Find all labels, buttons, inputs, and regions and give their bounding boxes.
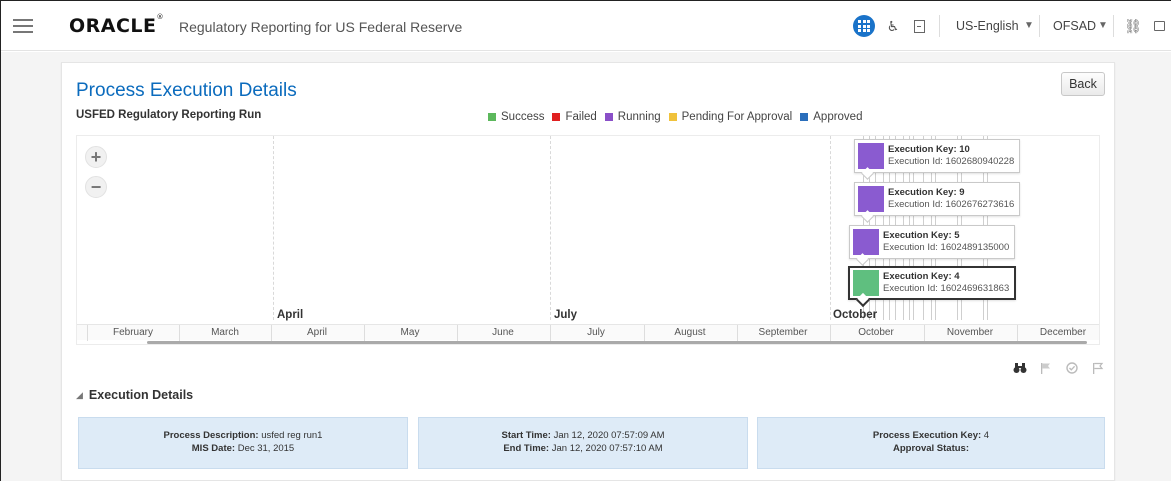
legend-label: Running	[617, 111, 661, 123]
execution-key: Execution Key: 4	[883, 271, 960, 282]
field-label: End Time:	[503, 443, 550, 454]
failed-swatch	[552, 113, 561, 121]
collapse-triangle-icon[interactable]: ◢	[76, 390, 83, 401]
flag-outline-icon[interactable]	[1088, 360, 1108, 376]
legend-label: Failed	[565, 111, 597, 123]
check-circle-icon[interactable]	[1062, 360, 1082, 376]
status-swatch	[853, 229, 879, 255]
hierarchy-icon[interactable]: ⛓	[1123, 16, 1143, 36]
page-title: Process Execution Details	[76, 80, 297, 101]
execution-id: Execution Id: 1602489135000	[883, 242, 1010, 253]
field-label: MIS Date:	[191, 443, 236, 454]
legend-item-approved: Approved	[800, 111, 862, 123]
execution-bubble[interactable]: Execution Key: 5 Execution Id: 1602489135…	[849, 225, 1016, 259]
header-divider	[1039, 15, 1040, 37]
legend-label: Approved	[813, 111, 863, 123]
monitor-icon[interactable]	[1149, 16, 1169, 36]
field-value: Jan 12, 2020 07:57:10 AM	[551, 443, 663, 454]
execution-id: Execution Id: 1602676273616	[888, 199, 1015, 210]
status-swatch	[858, 143, 884, 169]
month-label: June	[492, 327, 514, 338]
execution-id: Execution Id: 1602680940228	[888, 156, 1015, 167]
user-menu[interactable]: OFSAD	[1053, 19, 1096, 33]
month-label: May	[400, 327, 420, 338]
status-legend: Success Failed Running Pending For Appro…	[488, 111, 870, 123]
field-label: Process Execution Key:	[872, 430, 982, 441]
month-label: April	[306, 327, 327, 338]
header-divider	[1113, 15, 1114, 37]
status-swatch	[853, 270, 879, 296]
back-button[interactable]: Back	[1061, 72, 1105, 96]
zoom-in-button[interactable]: +	[85, 146, 107, 168]
binoculars-icon[interactable]	[1010, 360, 1030, 376]
month-label: October	[858, 327, 894, 338]
execution-key: Execution Key: 5	[883, 230, 960, 241]
legend-item-running: Running	[604, 111, 661, 123]
approved-swatch	[800, 113, 809, 121]
apps-grid-icon[interactable]	[853, 15, 875, 37]
app-header: ORACLE® Regulatory Reporting for US Fede…	[1, 1, 1171, 51]
major-axis-label: October	[833, 309, 878, 321]
month-label: September	[758, 327, 808, 338]
hamburger-menu-icon[interactable]	[13, 19, 33, 33]
chevron-down-icon[interactable]: ▼	[1098, 20, 1108, 31]
execution-bubble-selected[interactable]: Execution Key: 4 Execution Id: 1602469631…	[848, 266, 1017, 300]
month-label: March	[211, 327, 239, 338]
execution-timeline[interactable]: + − April July October Execution Key: 10…	[76, 135, 1100, 345]
execution-key: Execution Key: 9	[888, 187, 965, 198]
field-value: usfed reg run1	[261, 430, 323, 441]
gridline	[830, 136, 831, 320]
running-swatch	[604, 113, 613, 121]
field-label: Process Description:	[163, 430, 259, 441]
execution-bubble[interactable]: Execution Key: 9 Execution Id: 1602676273…	[854, 182, 1021, 216]
details-panel-description: Process Description: usfed reg run1 MIS …	[78, 417, 408, 469]
execution-key: Execution Key: 10	[888, 144, 970, 155]
app-title: Regulatory Reporting for US Federal Rese…	[179, 19, 463, 35]
gridline	[550, 136, 551, 320]
document-icon[interactable]	[909, 16, 929, 36]
legend-item-failed: Failed	[552, 111, 597, 123]
language-select[interactable]: US-English	[956, 19, 1019, 33]
major-axis-label: July	[554, 309, 578, 321]
execution-details-toggle[interactable]: ◢ Execution Details	[76, 388, 193, 402]
month-label: August	[674, 327, 706, 338]
legend-item-success: Success	[488, 111, 544, 123]
status-swatch	[858, 186, 884, 212]
field-value: Jan 12, 2020 07:57:09 AM	[553, 430, 665, 441]
month-label: November	[946, 327, 994, 338]
execution-bubble[interactable]: Execution Key: 10 Execution Id: 160268094…	[854, 139, 1021, 173]
timeline-toolbar	[1004, 360, 1108, 376]
timeline-end-marker	[1099, 308, 1100, 322]
month-axis: February March April May June July August Septe…	[77, 324, 1099, 341]
field-label: Start Time:	[501, 430, 551, 441]
pending-swatch	[668, 113, 677, 121]
legend-label: Pending For Approval	[681, 111, 793, 123]
month-label: February	[112, 327, 153, 338]
month-label: December	[1039, 327, 1087, 338]
major-axis-label: April	[277, 309, 304, 321]
accessibility-icon[interactable]: ♿	[883, 16, 903, 36]
scrollbar-thumb[interactable]	[147, 341, 1087, 344]
section-title: Execution Details	[88, 388, 194, 402]
field-value: 4	[983, 430, 990, 441]
legend-item-pending: Pending For Approval	[668, 111, 793, 123]
header-divider	[939, 15, 940, 37]
legend-label: Success	[501, 111, 545, 123]
month-label: July	[587, 327, 605, 338]
field-value: Dec 31, 2015	[237, 443, 295, 454]
zoom-out-button[interactable]: −	[85, 176, 107, 198]
flag-icon[interactable]	[1036, 360, 1056, 376]
field-label: Approval Status:	[892, 443, 969, 454]
chevron-down-icon[interactable]: ▼	[1024, 20, 1034, 31]
gridline	[273, 136, 274, 320]
oracle-logo: ORACLE®	[69, 12, 165, 37]
execution-id: Execution Id: 1602469631863	[883, 283, 1010, 294]
timeline-scrollbar[interactable]	[77, 341, 1099, 344]
success-swatch	[488, 113, 496, 121]
details-panel-time: Start Time: Jan 12, 2020 07:57:09 AM End…	[418, 417, 748, 469]
details-panel-status: Process Execution Key: 4 Approval Status…	[757, 417, 1105, 469]
run-name: USFED Regulatory Reporting Run	[76, 109, 262, 121]
